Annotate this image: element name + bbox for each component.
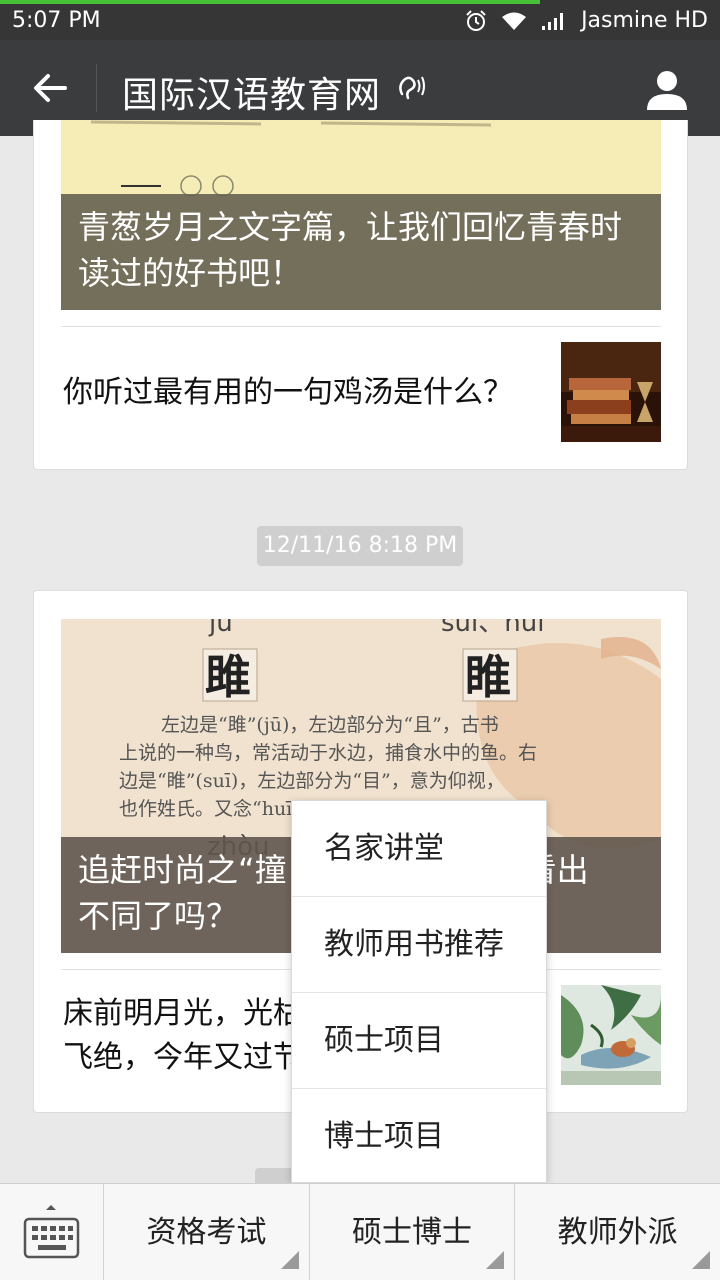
alarm-icon: [466, 9, 486, 31]
status-time: 5:07 PM: [12, 8, 101, 33]
status-bar: 5:07 PM Jasmine HD: [0, 0, 720, 40]
svg-text:睢: 睢: [465, 650, 511, 704]
article-thumbnail: [561, 342, 661, 442]
keyboard-icon: [23, 1205, 80, 1259]
wifi-icon: [502, 12, 527, 30]
title-divider: [96, 64, 97, 112]
submenu-indicator-icon: [486, 1251, 505, 1269]
svg-text:上说的一种鸟，常活动于水边，捕食水中的鱼。右: 上说的一种鸟，常活动于水边，捕食水中的鱼。右: [119, 742, 537, 764]
status-icons: Jasmine HD: [465, 8, 708, 33]
popup-item-masters-program[interactable]: 硕士项目: [292, 993, 546, 1089]
svg-text:左边是“雎”(jū)，左边部分为“且”，古书: 左边是“雎”(jū)，左边部分为“且”，古书: [161, 714, 499, 736]
popup-item-teacher-books[interactable]: 教师用书推荐: [292, 897, 546, 993]
menu-qualification-exam[interactable]: 资格考试: [104, 1184, 310, 1280]
submenu-popup: 名家讲堂 教师用书推荐 硕士项目 博士项目: [291, 800, 547, 1183]
page-title: 国际汉语教育网: [122, 75, 382, 116]
popup-item-phd-program[interactable]: 博士项目: [292, 1089, 546, 1185]
submenu-indicator-icon: [692, 1251, 711, 1269]
person-icon: [647, 71, 687, 110]
back-arrow-icon: [34, 74, 67, 102]
cover-caption: 青葱岁月之文字篇，让我们回忆青春时读过的好书吧！: [61, 194, 661, 310]
article-thumbnail: [561, 985, 661, 1085]
message-timestamp: 12/11/16 8:18 PM: [257, 526, 463, 566]
menu-label: 教师外派: [557, 1215, 678, 1250]
article-card: 青葱岁月之文字篇，让我们回忆青春时读过的好书吧！ 你听过最有用的一句鸡汤是什么？: [33, 120, 688, 470]
article-cover[interactable]: 青葱岁月之文字篇，让我们回忆青春时读过的好书吧！: [61, 120, 661, 310]
keyboard-toggle-button[interactable]: [0, 1184, 104, 1280]
submenu-indicator-icon: [280, 1251, 299, 1269]
svg-text:jū: jū: [208, 619, 233, 638]
menu-label: 资格考试: [146, 1215, 267, 1250]
signal-icon: [542, 12, 564, 30]
menu-masters-phd[interactable]: 硕士博士: [310, 1184, 516, 1280]
menu-teacher-abroad[interactable]: 教师外派: [515, 1184, 720, 1280]
books-image: [561, 342, 661, 442]
profile-button[interactable]: [644, 66, 690, 112]
ducks-painting-image: [561, 985, 661, 1085]
earpiece-mode-icon: [399, 76, 425, 100]
popup-item-masters-lecture[interactable]: 名家讲堂: [292, 801, 546, 897]
loading-progress-bar: [0, 0, 540, 4]
sub-article-title: 你听过最有用的一句鸡汤是什么？: [63, 375, 513, 410]
list-item[interactable]: 你听过最有用的一句鸡汤是什么？: [61, 326, 661, 469]
svg-text:边是“睢”(suī)，左边部分为“目”，意为仰视，: 边是“睢”(suī)，左边部分为“目”，意为仰视，: [119, 770, 505, 792]
caption-text-left: 追赶时尚之“撞: [78, 851, 287, 889]
back-button[interactable]: [22, 66, 78, 110]
menu-label: 硕士博士: [352, 1215, 472, 1250]
bottom-menu-bar: 资格考试 硕士博士 教师外派: [0, 1183, 720, 1280]
svg-text:suī、huī: suī、huī: [441, 619, 545, 638]
carrier-name: Jasmine HD: [581, 8, 708, 33]
svg-text:雎: 雎: [205, 650, 251, 704]
